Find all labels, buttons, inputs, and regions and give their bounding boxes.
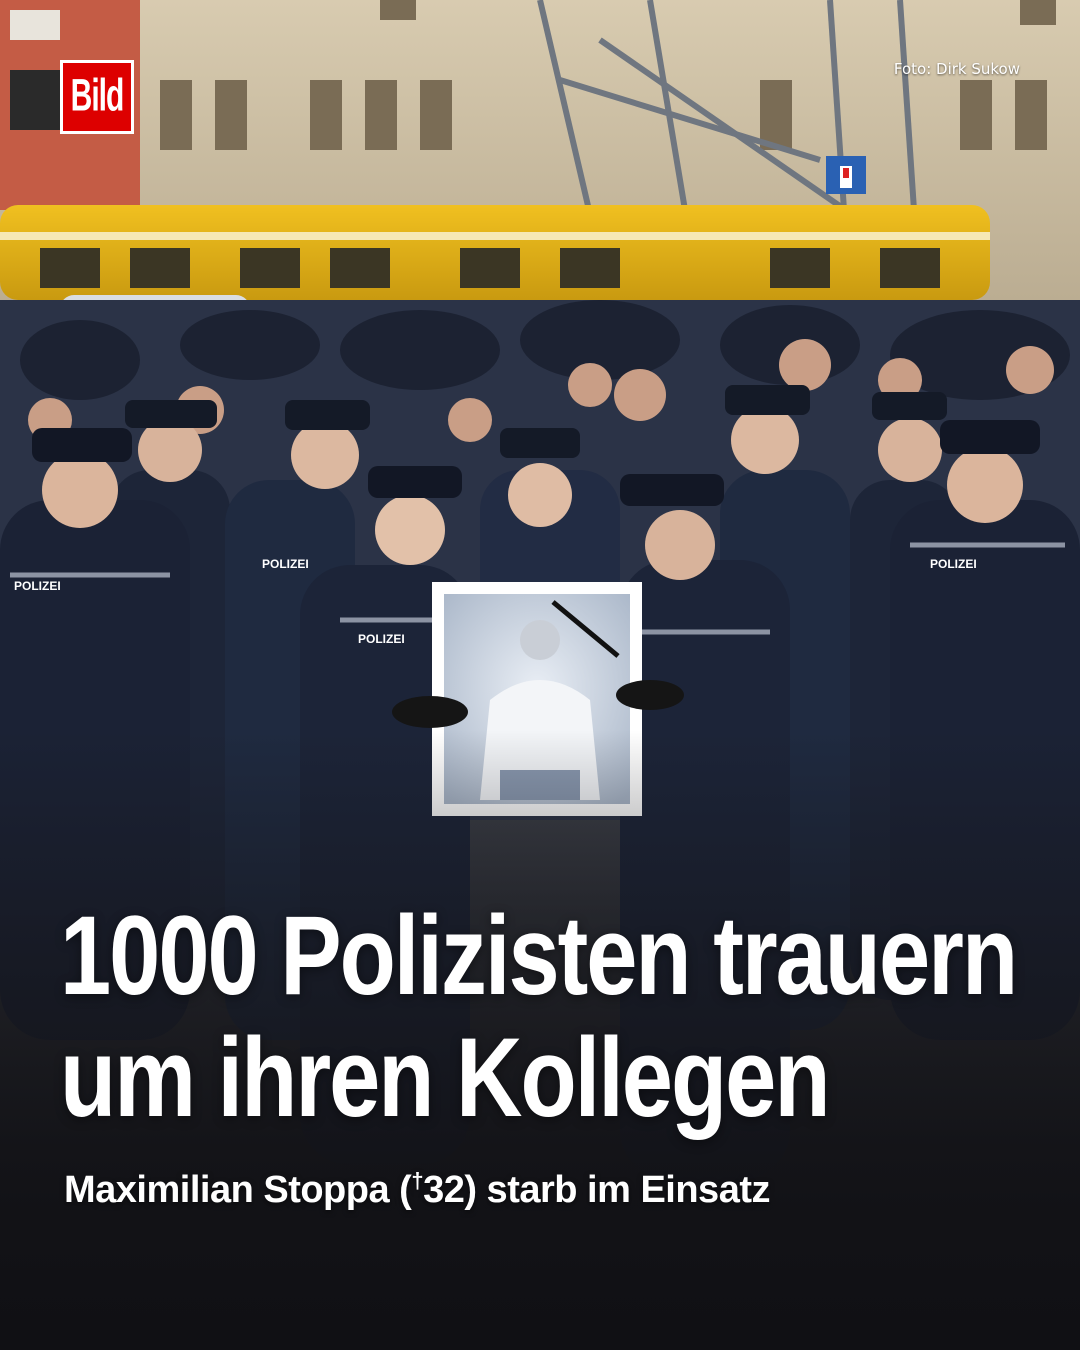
uniform-label-left: POLIZEI — [14, 579, 61, 593]
headline-line-1: 1000 Polizisten trauern — [60, 893, 1018, 1019]
dagger-symbol: † — [411, 1168, 424, 1193]
photo-credit: Foto: Dirk Sukow — [893, 60, 1020, 78]
subline-before: Maximilian Stoppa ( — [64, 1169, 412, 1211]
subline-after: 32) starb im Einsatz — [423, 1169, 770, 1211]
uniform-label-right: POLIZEI — [930, 557, 977, 571]
headline: 1000 Polizisten trauern um ihren Kollege… — [60, 895, 1050, 1139]
post-card: POLIZEI POLIZEI POLIZEI POLIZEI Bild Fot… — [0, 0, 1080, 1350]
bild-logo-text: Bild — [70, 71, 125, 122]
uniform-label-back: POLIZEI — [262, 557, 309, 571]
headline-line-2: um ihren Kollegen — [60, 1015, 831, 1141]
uniform-label-center: POLIZEI — [358, 632, 405, 646]
bild-logo[interactable]: Bild — [60, 60, 134, 134]
subline: Maximilian Stoppa (†32) starb im Einsatz — [64, 1168, 770, 1212]
